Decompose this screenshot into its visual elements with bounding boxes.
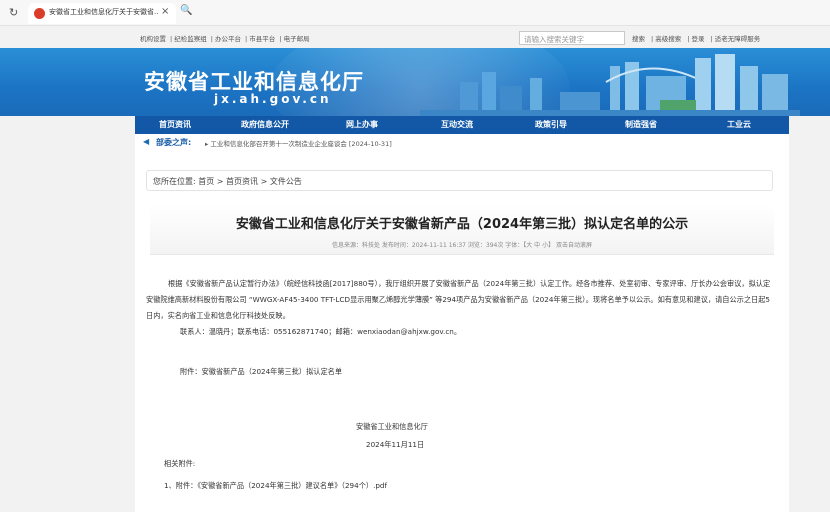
close-tab-icon[interactable]: × [161,6,169,17]
nav-gov-info[interactable]: 政府信息公开 [241,119,289,130]
article-meta: 信息来源：科技处 发布时间：2024-11-11 16:37 浏览：394次 字… [332,242,592,249]
browser-tab[interactable]: 安徽省工业和信息化厅关于安徽省... × [28,3,176,24]
contact-info: 联系人：温晓丹；联系电话：055162871740；邮箱：wenxiaodan@… [180,327,462,336]
nav-manufacturing[interactable]: 制造强省 [625,119,657,130]
attachment-note: 附件：安徽省新产品（2024年第三批）拟认定名单 [180,367,343,376]
article-paragraph: 根据《安徽省新产品认定暂行办法》（皖经信科技函[2017]880号），我厅组织开… [146,279,771,320]
advanced-search-link[interactable]: 高级搜索 [655,35,681,43]
utility-link-org[interactable]: 机构设置 [140,35,166,43]
related-attachments-label: 相关附件: [164,459,196,468]
breadcrumb-text[interactable]: 您所在位置: 首页 > 首页资讯 > 文件公告 [153,176,302,187]
tab-title: 安徽省工业和信息化厅关于安徽省... [49,8,159,16]
utility-link-office[interactable]: 办公平台 [215,35,241,43]
speaker-icon: ◀ [143,137,150,146]
utility-link-city[interactable]: 市县平台 [249,35,275,43]
ticker-news-link[interactable]: ▸ 工业和信息化部召开第十一次制造业企业座谈会 [2024-10-31] [205,138,392,148]
nav-online-services[interactable]: 网上办事 [346,119,378,130]
article-body: 根据《安徽省新产品认定暂行办法》（皖经信科技函[2017]880号），我厅组织开… [146,276,776,324]
breadcrumb: 您所在位置: 首页 > 首页资讯 > 文件公告 [146,170,773,191]
article-container: 您所在位置: 首页 > 首页资讯 > 文件公告 安徽省工业和信息化厅关于安徽省新… [135,150,789,512]
main-navigation: 首页资讯 政府信息公开 网上办事 互动交流 政策引导 制造强省 工业云 [135,116,789,134]
site-search-input[interactable]: 请输入搜索关键字 [519,31,625,45]
nav-industry-cloud[interactable]: 工业云 [727,119,751,130]
signature-date: 2024年11月11日 [366,440,425,449]
browser-tab-bar: ↻ 安徽省工业和信息化厅关于安徽省... × 🔍 [0,0,830,26]
login-link[interactable]: 登录 [692,35,705,43]
site-domain: jx.ah.gov.cn [214,92,332,106]
utility-link-mail[interactable]: 电子邮局 [284,35,310,43]
accessibility-link[interactable]: 适老无障碍服务 [715,35,761,43]
search-button[interactable]: 搜索 [632,35,645,43]
skyline-illustration [420,54,800,116]
utility-link-discipline[interactable]: 纪检监察组 [174,35,207,43]
utility-links: 机构设置 | 纪检监察组 | 办公平台 | 市县平台 | 电子邮局 [140,35,310,43]
search-icon[interactable]: 🔍 [180,5,192,16]
article-header: 安徽省工业和信息化厅关于安徽省新产品（2024年第三批）拟认定名单的公示 信息来… [150,205,774,255]
attachment-file-link[interactable]: 1、附件：《安徽省新产品（2024年第三批）建议名单》（294个）.pdf [164,481,387,491]
refresh-icon[interactable]: ↻ [9,6,18,19]
utility-bar: 机构设置 | 纪检监察组 | 办公平台 | 市县平台 | 电子邮局 请输入搜索关键字 搜… [0,28,830,48]
nav-home[interactable]: 首页资讯 [159,119,191,130]
site-favicon-icon [34,8,45,19]
nav-interaction[interactable]: 互动交流 [441,119,473,130]
site-banner: 安徽省工业和信息化厅 jx.ah.gov.cn [0,48,830,116]
ticker-label: 部委之声: [156,138,192,147]
article-title: 安徽省工业和信息化厅关于安徽省新产品（2024年第三批）拟认定名单的公示 [235,217,689,232]
nav-policy[interactable]: 政策引导 [535,119,567,130]
utility-right-links: 搜索 | 高级搜索 | 登录 | 适老无障碍服务 [632,35,761,43]
signature-org: 安徽省工业和信息化厅 [356,422,428,431]
news-ticker: ◀ 部委之声: ▸ 工业和信息化部召开第十一次制造业企业座谈会 [2024-10… [135,134,789,150]
